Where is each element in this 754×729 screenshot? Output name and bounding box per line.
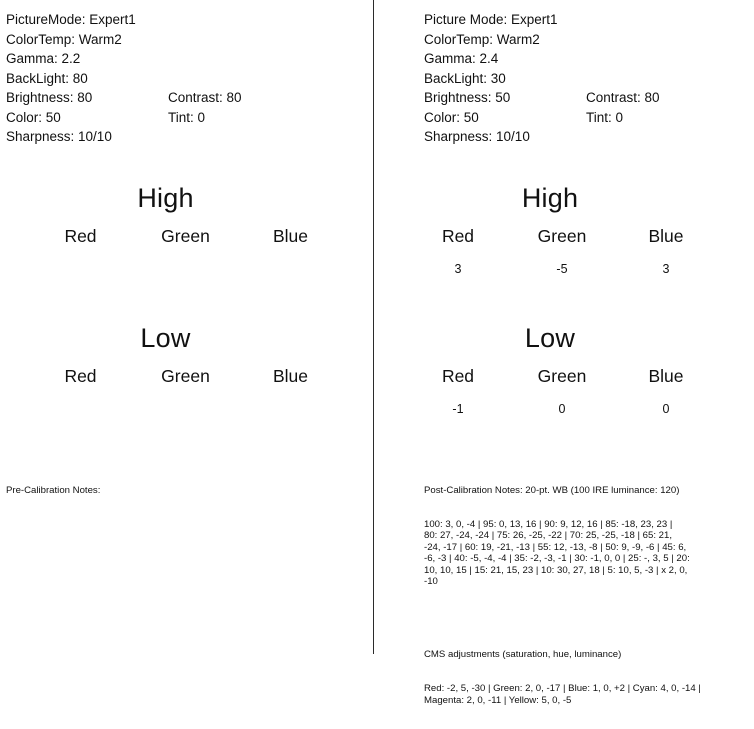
- right-low-channels: Red -1 Green 0 Blue 0: [374, 366, 754, 417]
- right-high-red-value: 3: [454, 262, 462, 276]
- right-brightness-contrast-row: Brightness: 50 Contrast: 80: [424, 88, 660, 108]
- right-high-red: Red 3: [406, 226, 510, 277]
- post-calibration-notes: Post-Calibration Notes: 20-pt. WB (100 I…: [424, 462, 749, 729]
- right-low-green-value: 0: [558, 402, 566, 416]
- left-high-blue-label: Blue: [272, 226, 308, 246]
- right-high-blue-label: Blue: [648, 226, 684, 246]
- right-low-blue-value: 0: [662, 402, 670, 416]
- right-high-group: High Red 3 Green -5 Blue 3: [374, 182, 754, 277]
- right-low-red-label: Red: [441, 366, 475, 386]
- left-high-green: Green: [133, 226, 238, 277]
- post-calibration-wb-table: 100: 3, 0, -4 | 95: 0, 13, 16 | 90: 9, 1…: [424, 519, 690, 588]
- pre-calibration-notes-heading: Pre-Calibration Notes:: [6, 484, 101, 496]
- left-high-green-label: Green: [161, 226, 210, 246]
- right-low-green-label: Green: [537, 366, 587, 386]
- right-low-red-value: -1: [452, 402, 464, 416]
- left-high-channels: Red Green Blue: [0, 226, 373, 277]
- left-low-blue-label: Blue: [272, 366, 308, 386]
- right-color-tint-row: Color: 50 Tint: 0: [424, 108, 623, 128]
- left-gamma-label: Gamma: 2.2: [6, 51, 81, 66]
- left-low-group: Low Red Green Blue: [0, 322, 373, 417]
- right-backlight-label: BackLight: 30: [424, 70, 506, 86]
- cms-adjustments-body: Red: -2, 5, -30 | Green: 2, 0, -17 | Blu…: [424, 683, 701, 706]
- left-high-blue: Blue: [238, 226, 343, 277]
- left-low-blue: Blue: [238, 366, 343, 417]
- right-low-title: Low: [524, 323, 576, 353]
- left-high-group: High Red Green Blue: [0, 182, 373, 277]
- left-high-red-label: Red: [64, 226, 97, 246]
- left-color-temp-row: ColorTemp: Warm2: [6, 30, 136, 50]
- left-low-channels: Red Green Blue: [0, 366, 373, 417]
- left-tint-label: Tint: 0: [168, 109, 206, 125]
- right-color-label: Color: 50: [424, 109, 479, 125]
- left-brightness-contrast-row: Brightness: 80 Contrast: 80: [6, 88, 242, 108]
- right-backlight-row: BackLight: 30: [424, 69, 558, 89]
- right-high-green-value: -5: [556, 262, 568, 276]
- right-high-blue-value: 3: [662, 262, 670, 276]
- left-low-red-value: [28, 401, 133, 417]
- left-high-red: Red: [28, 226, 133, 277]
- right-settings-block: Picture Mode: Expert1 ColorTemp: Warm2 G…: [424, 10, 660, 147]
- right-low-blue-label: Blue: [648, 366, 684, 386]
- right-high-green-label: Green: [537, 226, 587, 246]
- right-brightness-label: Brightness: 50: [424, 90, 511, 105]
- left-backlight-row: BackLight: 80: [6, 69, 136, 89]
- right-high-channels: Red 3 Green -5 Blue 3: [374, 226, 754, 277]
- right-picture-mode-label: Picture Mode: Expert1: [424, 12, 558, 27]
- left-backlight-label: BackLight: 80: [6, 70, 88, 86]
- left-low-red: Red: [28, 366, 133, 417]
- left-low-title: Low: [140, 323, 191, 353]
- right-picture-mode-row: Picture Mode: Expert1: [424, 10, 558, 30]
- right-low-red: Red -1: [406, 366, 510, 417]
- left-low-blue-value: [238, 401, 343, 417]
- right-gamma-row: Gamma: 2.4: [424, 49, 558, 69]
- right-low-green: Green 0: [510, 366, 614, 417]
- left-contrast-label: Contrast: 80: [168, 90, 242, 105]
- right-contrast-label: Contrast: 80: [586, 90, 660, 105]
- left-picture-mode-row: PictureMode: Expert1: [6, 10, 136, 30]
- right-color-temp-label: ColorTemp: Warm2: [424, 31, 540, 47]
- right-low-blue: Blue 0: [614, 366, 718, 417]
- left-color-label: Color: 50: [6, 109, 61, 125]
- pre-calibration-notes: Pre-Calibration Notes:: [6, 462, 336, 542]
- right-tint-label: Tint: 0: [586, 109, 624, 125]
- left-picture-mode-label: PictureMode: Expert1: [6, 12, 136, 27]
- left-brightness-label: Brightness: 80: [6, 90, 93, 105]
- left-high-title: High: [137, 183, 194, 213]
- post-calibration-notes-heading: Post-Calibration Notes: 20-pt. WB (100 I…: [424, 484, 680, 496]
- left-low-green-label: Green: [161, 366, 210, 386]
- left-low-green-value: [133, 401, 238, 417]
- left-low-red-label: Red: [64, 366, 97, 386]
- left-color-temp-label: ColorTemp: Warm2: [6, 31, 122, 47]
- cms-adjustments-heading: CMS adjustments (saturation, hue, lumina…: [424, 649, 622, 661]
- left-high-red-value: [28, 261, 133, 277]
- calibration-sheet: PictureMode: Expert1 ColorTemp: Warm2 Ga…: [0, 0, 754, 706]
- right-high-red-label: Red: [441, 226, 475, 246]
- right-gamma-label: Gamma: 2.4: [424, 51, 499, 66]
- right-sharpness-row: Sharpness: 10/10: [424, 127, 558, 147]
- left-settings-block: PictureMode: Expert1 ColorTemp: Warm2 Ga…: [6, 10, 242, 147]
- left-sharpness-row: Sharpness: 10/10: [6, 127, 136, 147]
- right-high-green: Green -5: [510, 226, 614, 277]
- right-color-temp-row: ColorTemp: Warm2: [424, 30, 558, 50]
- notes-spacer: [424, 610, 749, 626]
- left-high-green-value: [133, 261, 238, 277]
- right-high-blue: Blue 3: [614, 226, 718, 277]
- left-sharpness-label: Sharpness: 10/10: [6, 129, 112, 144]
- left-color-tint-row: Color: 50 Tint: 0: [6, 108, 205, 128]
- right-high-title: High: [521, 183, 579, 213]
- right-sharpness-label: Sharpness: 10/10: [424, 129, 530, 144]
- right-low-group: Low Red -1 Green 0 Blue 0: [374, 322, 754, 417]
- left-high-blue-value: [238, 261, 343, 277]
- left-low-green: Green: [133, 366, 238, 417]
- left-gamma-row: Gamma: 2.2: [6, 49, 136, 69]
